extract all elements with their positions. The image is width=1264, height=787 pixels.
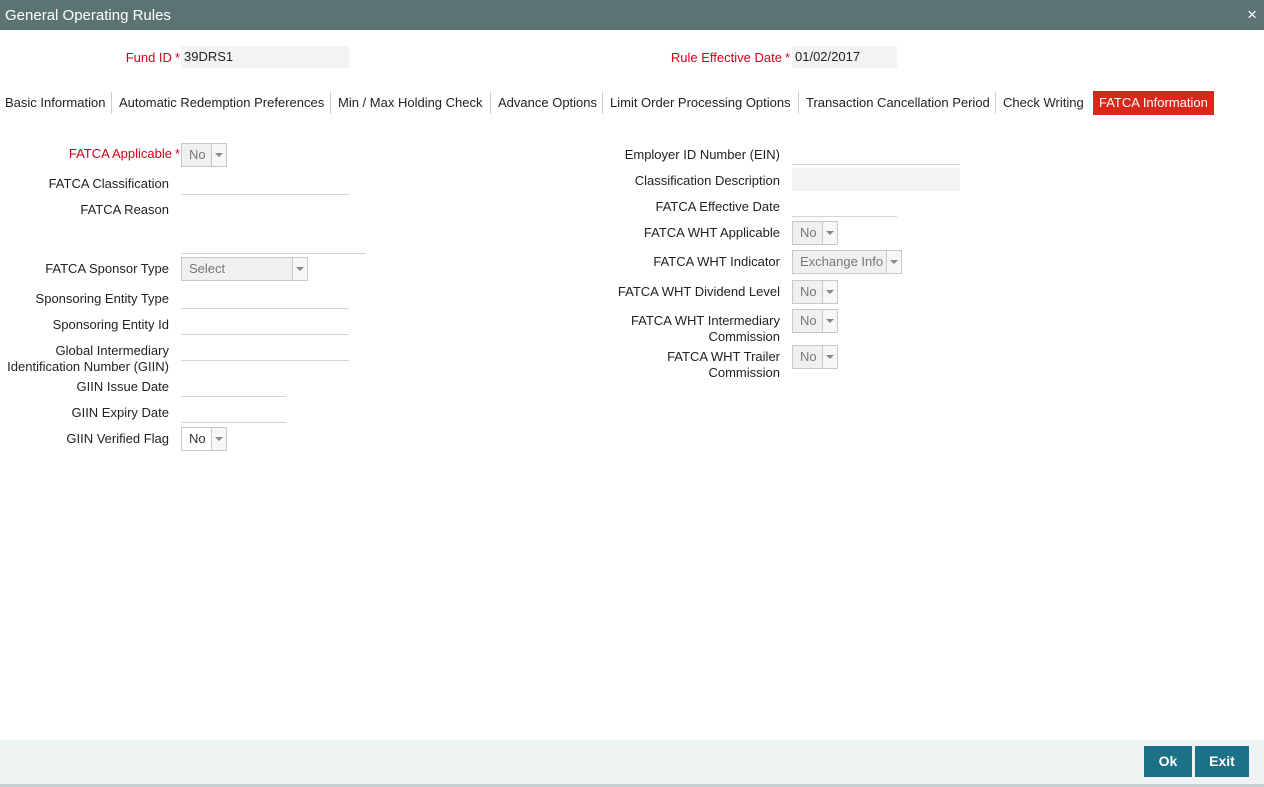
exit-button[interactable]: Exit <box>1195 746 1249 777</box>
tab-check-writing[interactable]: Check Writing <box>1003 91 1084 115</box>
giin-issue-date-label: GIIN Issue Date <box>76 379 169 394</box>
giin-expiry-date-field[interactable] <box>181 401 286 423</box>
chevron-down-icon <box>822 222 837 244</box>
chevron-down-icon <box>822 281 837 303</box>
fatca-effective-date-field[interactable] <box>792 195 897 217</box>
tab-divider <box>798 92 799 114</box>
chevron-down-icon <box>292 258 307 280</box>
fatca-effective-date-label: FATCA Effective Date <box>655 199 780 214</box>
tab-divider <box>602 92 603 114</box>
chevron-down-icon <box>211 144 226 166</box>
tab-fatca-information[interactable]: FATCA Information <box>1093 91 1214 115</box>
chevron-down-icon <box>822 310 837 332</box>
giin-field[interactable] <box>181 339 349 361</box>
sponsoring-entity-type-field[interactable] <box>181 287 349 309</box>
required-mark: * <box>174 50 180 65</box>
tab-limit-order-processing-options[interactable]: Limit Order Processing Options <box>610 91 791 115</box>
sponsoring-entity-id-field[interactable] <box>181 313 349 335</box>
fund-id-label-text: Fund ID <box>125 50 172 65</box>
fatca-sponsor-type-select[interactable]: Select <box>181 257 308 281</box>
fatca-sponsor-type-value: Select <box>189 261 226 276</box>
tab-advance-options[interactable]: Advance Options <box>498 91 597 115</box>
classification-description-field[interactable] <box>792 168 960 191</box>
tab-divider <box>995 92 996 114</box>
fund-id-label: Fund ID * <box>80 50 180 66</box>
tab-basic-information[interactable]: Basic Information <box>5 91 105 115</box>
fatca-classification-label: FATCA Classification <box>48 176 169 191</box>
fatca-wht-intermediary-label-line2: Commission <box>708 329 780 344</box>
fatca-classification-field[interactable] <box>181 173 349 195</box>
chevron-down-icon <box>822 346 837 368</box>
fatca-wht-intermediary-commission-select[interactable]: No <box>792 309 838 333</box>
fatca-wht-applicable-value: No <box>800 225 817 240</box>
fatca-wht-indicator-select[interactable]: Exchange Info <box>792 250 902 274</box>
required-mark: * <box>174 146 180 161</box>
fatca-wht-dividend-level-value: No <box>800 284 817 299</box>
fatca-wht-applicable-select[interactable]: No <box>792 221 838 245</box>
fatca-wht-trailer-commission-value: No <box>800 349 817 364</box>
fatca-reason-label: FATCA Reason <box>80 202 169 217</box>
fatca-applicable-label-text: FATCA Applicable <box>68 146 172 161</box>
rule-effective-date-label: Rule Effective Date * <box>560 50 790 66</box>
sponsoring-entity-type-label: Sponsoring Entity Type <box>35 291 169 306</box>
footer-bar <box>0 740 1264 787</box>
tab-divider <box>111 92 112 114</box>
ok-button[interactable]: Ok <box>1144 746 1192 777</box>
window-titlebar: General Operating Rules × <box>0 0 1264 30</box>
fatca-wht-trailer-label-line2: Commission <box>708 365 780 380</box>
fatca-sponsor-type-label: FATCA Sponsor Type <box>45 261 169 276</box>
fatca-wht-dividend-level-label: FATCA WHT Dividend Level <box>617 284 780 299</box>
fatca-wht-indicator-value: Exchange Info <box>800 254 884 269</box>
fatca-reason-field[interactable] <box>181 199 366 254</box>
fatca-wht-indicator-label: FATCA WHT Indicator <box>653 254 780 269</box>
tab-divider <box>490 92 491 114</box>
close-icon[interactable]: × <box>1247 5 1257 25</box>
giin-verified-flag-select[interactable]: No <box>181 427 227 451</box>
chevron-down-icon <box>886 251 901 273</box>
chevron-down-icon <box>211 428 226 450</box>
ein-label: Employer ID Number (EIN) <box>624 147 780 162</box>
window-title: General Operating Rules <box>5 7 171 24</box>
tab-divider <box>330 92 331 114</box>
fatca-wht-dividend-level-select[interactable]: No <box>792 280 838 304</box>
fatca-wht-trailer-commission-select[interactable]: No <box>792 345 838 369</box>
required-mark: * <box>784 50 790 65</box>
giin-label: Global Intermediary Identification Numbe… <box>0 343 169 375</box>
fatca-wht-intermediary-commission-value: No <box>800 313 817 328</box>
tab-min-max-holding-check[interactable]: Min / Max Holding Check <box>338 91 483 115</box>
giin-expiry-date-label: GIIN Expiry Date <box>71 405 169 420</box>
giin-verified-flag-label: GIIN Verified Flag <box>66 431 169 446</box>
giin-verified-flag-value: No <box>189 431 206 446</box>
tab-automatic-redemption-preferences[interactable]: Automatic Redemption Preferences <box>119 91 324 115</box>
fund-id-field[interactable]: 39DRS1 <box>181 46 349 68</box>
giin-issue-date-field[interactable] <box>181 375 286 397</box>
fatca-wht-intermediary-label-line1: FATCA WHT Intermediary <box>630 313 780 328</box>
giin-label-line2: Identification Number (GIIN) <box>7 359 169 374</box>
fatca-wht-applicable-label: FATCA WHT Applicable <box>643 225 780 240</box>
fatca-applicable-label: FATCA Applicable * <box>20 146 180 162</box>
rule-effective-date-label-text: Rule Effective Date <box>670 50 782 65</box>
classification-description-label: Classification Description <box>634 173 780 188</box>
tab-transaction-cancellation-period[interactable]: Transaction Cancellation Period <box>806 91 990 115</box>
fatca-applicable-select[interactable]: No <box>181 143 227 167</box>
fatca-wht-intermediary-commission-label: FATCA WHT Intermediary Commission <box>560 313 780 345</box>
sponsoring-entity-id-label: Sponsoring Entity Id <box>52 317 169 332</box>
fatca-wht-trailer-commission-label: FATCA WHT Trailer Commission <box>560 349 780 381</box>
fatca-wht-trailer-label-line1: FATCA WHT Trailer <box>667 349 780 364</box>
giin-label-line1: Global Intermediary <box>55 343 169 358</box>
ein-field[interactable] <box>792 143 960 165</box>
rule-effective-date-field[interactable]: 01/02/2017 <box>792 46 897 68</box>
fatca-applicable-value: No <box>189 147 206 162</box>
